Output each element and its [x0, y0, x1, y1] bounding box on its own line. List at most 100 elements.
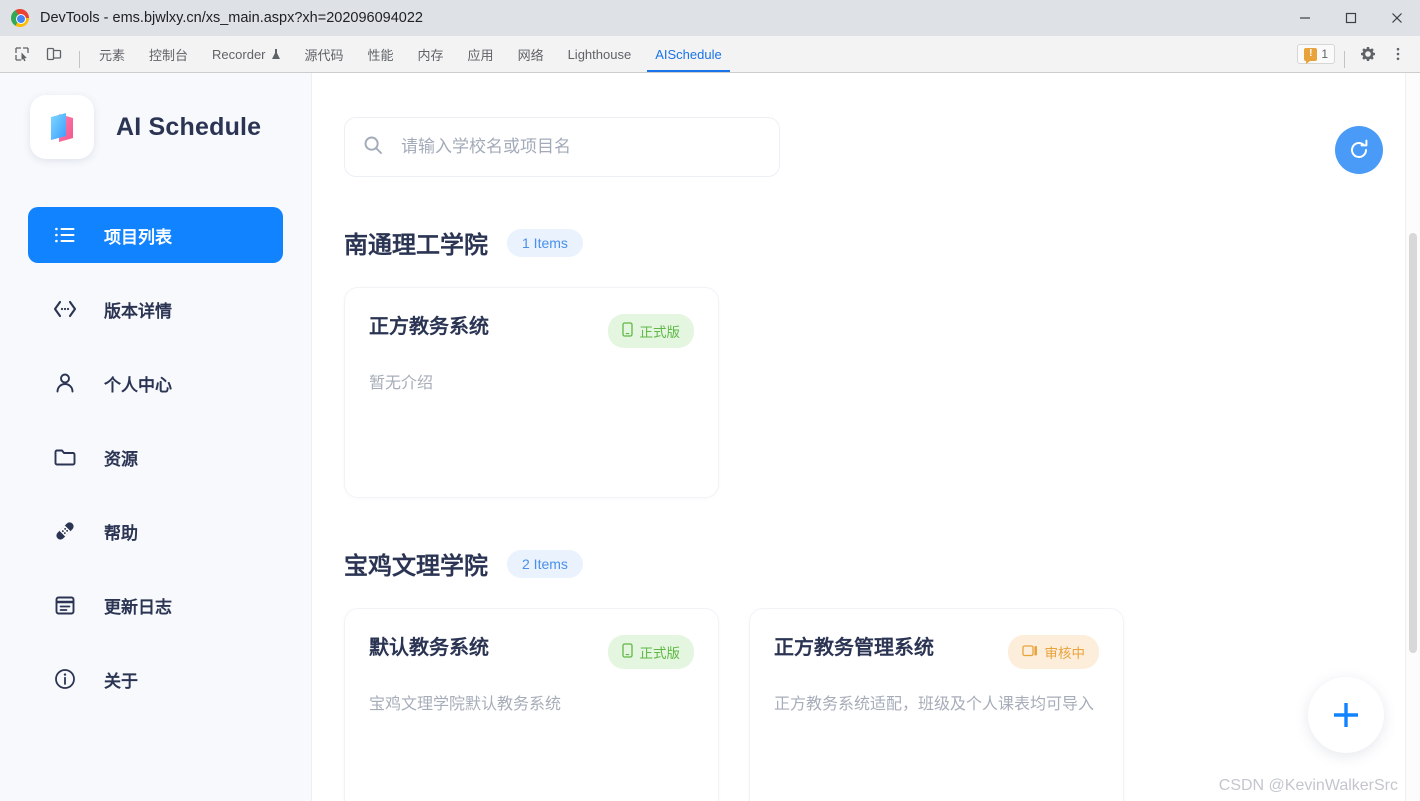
project-card[interactable]: 正方教务管理系统 审核中 正方教务系统适配，班级及个人课表均可导入 — [749, 608, 1124, 801]
items-count-badge: 1 Items — [507, 228, 583, 257]
vertical-scrollbar[interactable] — [1405, 73, 1420, 801]
card-title: 正方教务系统 — [369, 316, 489, 338]
minimize-button[interactable] — [1282, 0, 1328, 36]
status-label: 正式版 — [639, 646, 681, 661]
phone-portrait-icon — [621, 643, 633, 661]
section-title: 宝鸡文理学院 — [344, 553, 488, 580]
inspect-element-icon[interactable] — [8, 40, 36, 68]
window-controls — [1282, 0, 1420, 36]
project-card[interactable]: 正方教务系统 正式版 暂无介绍 — [344, 287, 719, 498]
project-card[interactable]: 默认教务系统 正式版 宝鸡文理学院默认教务系统 — [344, 608, 719, 801]
search-row — [344, 117, 1420, 177]
tab-label: 网络 — [517, 47, 544, 63]
sidebar-item-changelog[interactable]: 更新日志 — [28, 577, 283, 633]
card-description: 暂无介绍 — [369, 375, 434, 392]
brand-name: AI Schedule — [116, 112, 262, 141]
refresh-button[interactable] — [1335, 126, 1383, 174]
devtools-right-controls: 1 — [1297, 36, 1420, 72]
tab-sources[interactable]: 源代码 — [293, 36, 356, 72]
window-title: DevTools - ems.bjwlxy.cn/xs_main.aspx?xh… — [40, 10, 423, 26]
tab-label: Lighthouse — [567, 46, 632, 62]
plus-icon — [1334, 703, 1358, 727]
tab-network[interactable]: 网络 — [506, 36, 556, 72]
code-brackets-icon — [52, 299, 78, 319]
issues-count: 1 — [1321, 47, 1328, 61]
tab-application[interactable]: 应用 — [456, 36, 506, 72]
user-icon — [52, 372, 78, 394]
devtools-tabs: 元素 控制台 Recorder 源代码 性能 内存 应用 网络 Lighthou… — [87, 36, 734, 72]
tab-label: 控制台 — [149, 47, 189, 63]
tab-elements[interactable]: 元素 — [87, 36, 137, 72]
tablet-landscape-icon — [1021, 644, 1038, 660]
card-top: 默认教务系统 正式版 — [369, 635, 694, 669]
section-title: 南通理工学院 — [344, 232, 488, 259]
sidebar-item-label: 个人中心 — [104, 375, 172, 395]
sidebar-item-label: 关于 — [104, 671, 138, 691]
sidebar-item-label: 资源 — [104, 449, 138, 469]
tab-label: 元素 — [99, 47, 126, 63]
tab-label: Recorder — [212, 46, 266, 62]
sidebar-item-label: 项目列表 — [104, 227, 172, 247]
card-top: 正方教务管理系统 审核中 — [774, 635, 1099, 669]
calendar-icon — [52, 594, 78, 616]
school-section: 宝鸡文理学院 2 Items 默认教务系统 正式版 宝鸡文理学院默认教务系统 正… — [344, 546, 1420, 801]
tab-label: 源代码 — [304, 47, 344, 63]
phone-portrait-icon — [621, 322, 633, 340]
sidebar-item-personal-center[interactable]: 个人中心 — [28, 355, 283, 411]
more-vertical-icon[interactable] — [1384, 40, 1412, 68]
tab-console[interactable]: 控制台 — [137, 36, 200, 72]
tab-label: 性能 — [367, 47, 394, 63]
app-body: AI Schedule 项目列表 版本详情 个人中心 资源 帮助 更新日志 关于… — [0, 73, 1420, 801]
right-divider — [1344, 50, 1345, 68]
search-input[interactable] — [401, 137, 761, 157]
scrollbar-thumb[interactable] — [1409, 233, 1417, 653]
status-label: 正式版 — [639, 325, 681, 340]
add-project-button[interactable] — [1308, 677, 1384, 753]
search-box[interactable] — [344, 117, 780, 177]
warning-icon — [1304, 47, 1318, 64]
search-icon — [363, 135, 383, 160]
devtools-tab-strip: 元素 控制台 Recorder 源代码 性能 内存 应用 网络 Lighthou… — [0, 36, 1420, 73]
sidebar-item-resources[interactable]: 资源 — [28, 429, 283, 485]
tab-performance[interactable]: 性能 — [356, 36, 406, 72]
tab-memory[interactable]: 内存 — [406, 36, 456, 72]
sidebar-item-about[interactable]: 关于 — [28, 651, 283, 707]
card-title: 正方教务管理系统 — [774, 637, 934, 659]
school-section: 南通理工学院 1 Items 正方教务系统 正式版 暂无介绍 — [344, 225, 1420, 498]
brand: AI Schedule — [0, 95, 311, 159]
cards-row: 默认教务系统 正式版 宝鸡文理学院默认教务系统 正方教务管理系统 审核中 正方教… — [344, 608, 1420, 801]
list-icon — [52, 224, 78, 246]
device-toolbar-icon[interactable] — [40, 40, 68, 68]
bandage-icon — [52, 519, 78, 543]
status-badge: 审核中 — [1007, 635, 1099, 669]
tab-aischedule[interactable]: AISchedule — [643, 36, 734, 72]
toolbar-divider — [79, 50, 80, 68]
sidebar-item-help[interactable]: 帮助 — [28, 503, 283, 559]
tab-label: 应用 — [467, 47, 494, 63]
sidebar-nav: 项目列表 版本详情 个人中心 资源 帮助 更新日志 关于 — [0, 207, 311, 707]
tab-label: AISchedule — [655, 46, 722, 62]
sidebar-item-project-list[interactable]: 项目列表 — [28, 207, 283, 263]
sidebar-item-label: 版本详情 — [104, 301, 172, 321]
items-count-badge: 2 Items — [507, 549, 583, 578]
card-description: 正方教务系统适配，班级及个人课表均可导入 — [774, 696, 1095, 713]
issues-badge[interactable]: 1 — [1297, 44, 1335, 64]
tab-lighthouse[interactable]: Lighthouse — [556, 36, 644, 72]
gear-icon[interactable] — [1354, 40, 1382, 68]
tab-recorder[interactable]: Recorder — [200, 36, 292, 72]
maximize-button[interactable] — [1328, 0, 1374, 36]
close-button[interactable] — [1374, 0, 1420, 36]
card-top: 正方教务系统 正式版 — [369, 314, 694, 348]
chrome-logo-icon — [11, 9, 29, 27]
section-header: 南通理工学院 1 Items — [344, 225, 1420, 260]
sidebar-item-version-details[interactable]: 版本详情 — [28, 281, 283, 337]
sidebar-item-label: 更新日志 — [104, 597, 172, 617]
sidebar-item-label: 帮助 — [104, 523, 138, 543]
app-logo-icon — [30, 95, 94, 159]
main-content: 南通理工学院 1 Items 正方教务系统 — [312, 73, 1420, 801]
card-title: 默认教务系统 — [369, 637, 489, 659]
folder-icon — [52, 447, 78, 467]
devtools-tool-icons — [0, 36, 87, 72]
status-label: 审核中 — [1044, 646, 1086, 661]
sidebar: AI Schedule 项目列表 版本详情 个人中心 资源 帮助 更新日志 关于 — [0, 73, 312, 801]
